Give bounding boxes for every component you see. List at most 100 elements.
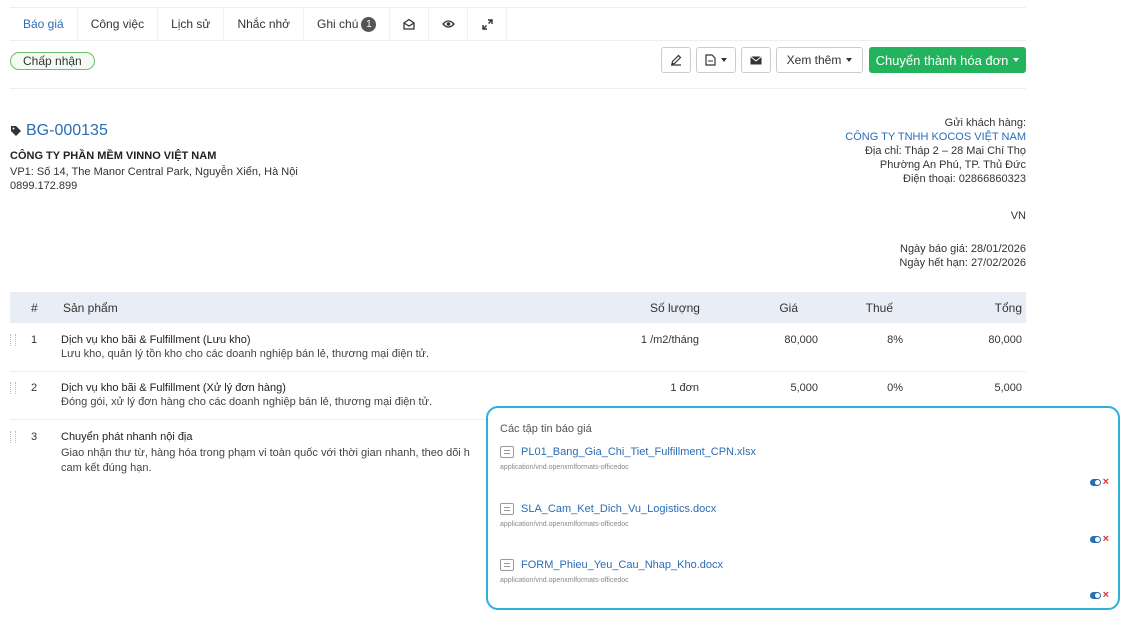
attachment-mime: application/vnd.openxmlformats-officedoc bbox=[500, 464, 629, 471]
tab-label: Lịch sử bbox=[171, 17, 211, 31]
status-badge: Chấp nhận bbox=[10, 52, 95, 70]
chevron-down-icon bbox=[846, 58, 853, 62]
tab-email[interactable] bbox=[390, 8, 430, 40]
document-icon bbox=[500, 446, 514, 458]
eye-icon bbox=[442, 20, 455, 28]
tab-reminders[interactable]: Nhắc nhở bbox=[224, 8, 305, 40]
header-price: Giá bbox=[779, 301, 798, 315]
tab-label: Báo giá bbox=[23, 17, 64, 31]
header-product: Sản phẩm bbox=[63, 301, 118, 315]
drag-handle-icon[interactable] bbox=[10, 431, 16, 443]
customer-phone: Điện thoại: 02866860323 bbox=[903, 173, 1026, 185]
convert-to-invoice-button[interactable]: Chuyển thành hóa đơn bbox=[869, 47, 1026, 73]
action-row: Chấp nhận Xem thêm Chuyển thành hóa đơn bbox=[10, 45, 1026, 75]
row-qty: 1 đơn bbox=[670, 382, 699, 394]
row-desc-cont: cam kết đúng hạn. bbox=[61, 462, 152, 474]
tab-bar: Báo giá Công việc Lịch sử Nhắc nhở Ghi c… bbox=[10, 7, 1026, 41]
pdf-button[interactable] bbox=[696, 47, 736, 73]
company-address-block: VP1: Số 14, The Manor Central Park, Nguy… bbox=[10, 165, 298, 193]
attachment-mime: application/vnd.openxmlformats-officedoc bbox=[500, 577, 629, 584]
quote-number[interactable]: BG-000135 bbox=[10, 122, 108, 140]
drag-handle-icon[interactable] bbox=[10, 334, 16, 346]
row-title: Chuyển phát nhanh nội địa bbox=[61, 431, 193, 443]
envelope-icon bbox=[750, 55, 762, 64]
attachment-controls: × bbox=[1089, 534, 1109, 545]
edit-icon bbox=[671, 54, 682, 66]
attachment-link[interactable]: SLA_Cam_Ket_Dich_Vu_Logistics.docx bbox=[521, 503, 716, 515]
header-qty: Số lượng bbox=[650, 301, 700, 315]
dates-block: Ngày báo giá: 28/01/2026 Ngày hết hạn: 2… bbox=[899, 242, 1026, 270]
edit-button[interactable] bbox=[661, 47, 691, 73]
tab-tasks[interactable]: Công việc bbox=[78, 8, 159, 40]
tab-notes[interactable]: Ghi chú 1 bbox=[304, 8, 391, 40]
header-total: Tổng bbox=[994, 301, 1022, 315]
customer-block: Gửi khách hàng: CÔNG TY TNHH KOCOS VIỆT … bbox=[845, 116, 1026, 186]
attachments-title: Các tập tin báo giá bbox=[500, 423, 592, 435]
row-tax: 8% bbox=[887, 334, 903, 346]
tab-label: Ghi chú bbox=[317, 17, 359, 31]
chevron-down-icon bbox=[721, 58, 727, 62]
attachment-mime: application/vnd.openxmlformats-officedoc bbox=[500, 521, 629, 528]
attachment-link[interactable]: PL01_Bang_Gia_Chi_Tiet_Fulfillment_CPN.x… bbox=[521, 446, 756, 458]
header-no: # bbox=[31, 301, 38, 315]
tab-expand[interactable] bbox=[468, 8, 508, 40]
delete-icon[interactable]: × bbox=[1103, 477, 1109, 488]
file-pdf-icon bbox=[705, 54, 716, 66]
header-tax: Thuế bbox=[865, 301, 893, 315]
row-price: 5,000 bbox=[790, 382, 818, 394]
envelope-open-icon bbox=[403, 18, 416, 30]
tab-preview[interactable] bbox=[429, 8, 469, 40]
send-email-button[interactable] bbox=[741, 47, 771, 73]
visibility-toggle[interactable] bbox=[1089, 591, 1101, 599]
quote-date: Ngày báo giá: 28/01/2026 bbox=[900, 243, 1026, 255]
table-row: 1 Dịch vụ kho bãi & Fulfillment (Lưu kho… bbox=[10, 333, 1026, 369]
row-desc: Lưu kho, quản lý tồn kho cho các doanh n… bbox=[61, 348, 430, 360]
expand-icon bbox=[482, 18, 493, 30]
row-price: 80,000 bbox=[784, 334, 818, 346]
chevron-down-icon bbox=[1013, 58, 1020, 62]
delete-icon[interactable]: × bbox=[1103, 590, 1109, 601]
notes-count-badge: 1 bbox=[361, 16, 377, 32]
row-no: 3 bbox=[31, 431, 38, 443]
row-desc: Giao nhận thư từ, hàng hóa trong phạm vi… bbox=[61, 447, 470, 459]
row-title: Dịch vụ kho bãi & Fulfillment (Xử lý đơn… bbox=[61, 382, 286, 394]
company-address: VP1: Số 14, The Manor Central Park, Nguy… bbox=[10, 166, 298, 178]
row-no: 2 bbox=[31, 382, 38, 394]
customer-name[interactable]: CÔNG TY TNHH KOCOS VIỆT NAM bbox=[845, 130, 1026, 144]
document-icon bbox=[500, 503, 514, 515]
customer-address-2: Phường An Phú, TP. Thủ Đức bbox=[879, 159, 1026, 171]
drag-handle-icon[interactable] bbox=[10, 382, 16, 394]
tab-history[interactable]: Lịch sử bbox=[158, 8, 225, 40]
document-icon bbox=[500, 559, 514, 571]
tab-label: Nhắc nhở bbox=[237, 17, 291, 31]
attachments-panel: Các tập tin báo giá PL01_Bang_Gia_Chi_Ti… bbox=[486, 406, 1120, 610]
divider bbox=[10, 88, 1026, 89]
attachment-link[interactable]: FORM_Phieu_Yeu_Cau_Nhap_Kho.docx bbox=[521, 559, 723, 571]
row-desc: Đóng gói, xử lý đơn hàng cho các doanh n… bbox=[61, 396, 433, 408]
tag-icon bbox=[11, 126, 21, 136]
visibility-toggle[interactable] bbox=[1089, 478, 1101, 486]
tab-quote[interactable]: Báo giá bbox=[10, 8, 78, 40]
row-divider bbox=[10, 371, 1026, 372]
expiry-date: Ngày hết hạn: 27/02/2026 bbox=[899, 257, 1026, 269]
table-header: # Sản phẩm Số lượng Giá Thuế Tổng bbox=[10, 292, 1026, 323]
delete-icon[interactable]: × bbox=[1103, 534, 1109, 545]
attachment-controls: × bbox=[1089, 590, 1109, 601]
row-qty: 1 /m2/tháng bbox=[640, 334, 699, 346]
attachment-controls: × bbox=[1089, 477, 1109, 488]
customer-heading: Gửi khách hàng: bbox=[944, 117, 1026, 129]
company-phone: 0899.172.899 bbox=[10, 180, 78, 192]
customer-address-1: Địa chỉ: Tháp 2 – 28 Mai Chí Thọ bbox=[864, 145, 1026, 157]
row-tax: 0% bbox=[887, 382, 903, 394]
row-total: 80,000 bbox=[988, 334, 1022, 346]
more-button[interactable]: Xem thêm bbox=[776, 47, 863, 73]
row-no: 1 bbox=[31, 334, 38, 346]
quote-number-text: BG-000135 bbox=[26, 122, 108, 139]
more-button-label: Xem thêm bbox=[786, 53, 842, 67]
customer-country: VN bbox=[1010, 210, 1026, 222]
row-title: Dịch vụ kho bãi & Fulfillment (Lưu kho) bbox=[61, 334, 251, 346]
tab-label: Công việc bbox=[90, 17, 145, 31]
visibility-toggle[interactable] bbox=[1089, 535, 1101, 543]
convert-button-label: Chuyển thành hóa đơn bbox=[875, 52, 1009, 68]
company-name: CÔNG TY PHẦN MỀM VINNO VIỆT NAM bbox=[10, 150, 217, 162]
